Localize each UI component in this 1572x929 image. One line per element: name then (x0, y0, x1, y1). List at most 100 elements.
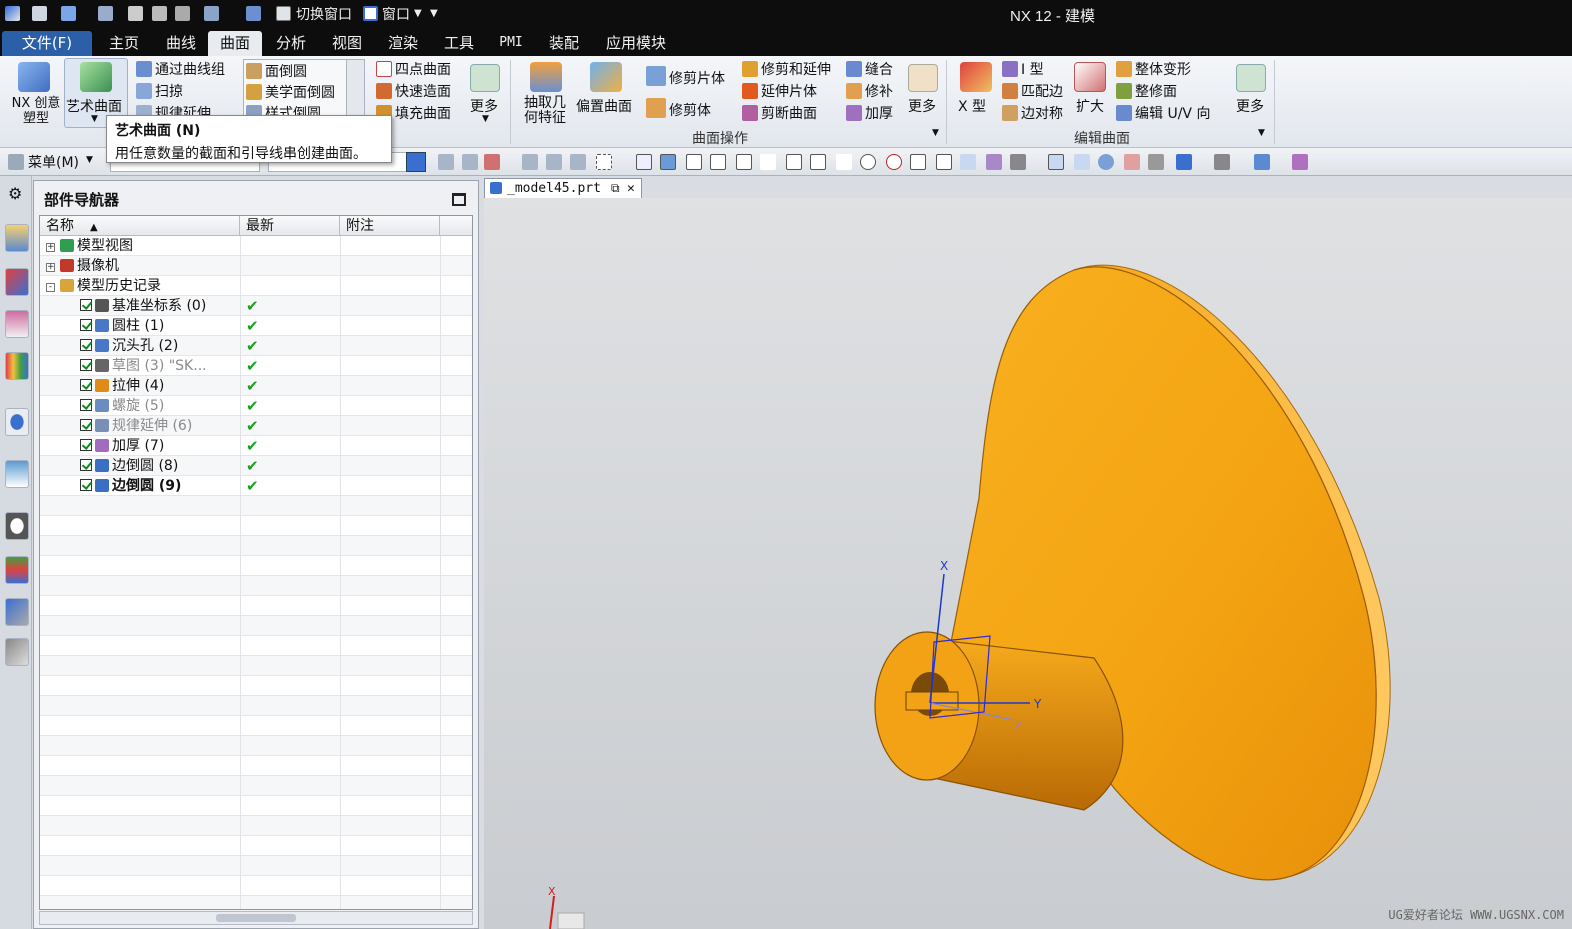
roles-icon[interactable] (5, 598, 29, 626)
window-menu-button[interactable]: 窗口 (382, 4, 410, 24)
scrollbar-thumb[interactable] (216, 914, 296, 922)
visibility-checkbox[interactable] (80, 379, 92, 391)
global-face-button[interactable]: 整修面 (1135, 84, 1177, 100)
tree-row[interactable]: 螺旋 (5) ✔ (40, 396, 472, 416)
visibility-checkbox[interactable] (80, 359, 92, 371)
art-surface-dropdown-icon[interactable]: ▼ (91, 114, 98, 124)
window-icon[interactable] (363, 6, 378, 21)
paste-icon[interactable] (175, 6, 190, 21)
tree-row[interactable]: 规律延伸 (6) ✔ (40, 416, 472, 436)
four-point-surface-button[interactable]: 四点曲面 (395, 62, 451, 78)
visibility-checkbox[interactable] (80, 339, 92, 351)
art-surface-button[interactable]: 艺术曲面 (66, 96, 122, 116)
reuse-library-icon[interactable] (5, 352, 29, 380)
document-tab[interactable]: _model45.prt ⧉ ✕ (484, 178, 642, 198)
menu-button[interactable]: 菜单(M) (28, 152, 79, 172)
part-navigator-icon[interactable] (5, 310, 29, 338)
tree-row[interactable]: 草图 (3) "SK... ✔ (40, 356, 472, 376)
tab-analysis[interactable]: 分析 (266, 31, 316, 56)
snap-curve-icon[interactable] (760, 154, 776, 170)
web-browser-icon[interactable] (5, 460, 29, 488)
match-edge-button[interactable]: 匹配边 (1021, 84, 1063, 100)
rapid-surface-button[interactable]: 快速造面 (395, 84, 451, 100)
group-expand-icon[interactable]: ▼ (932, 128, 939, 138)
snap-icon-2[interactable] (462, 154, 478, 170)
gallery-scrollbar[interactable] (346, 60, 364, 122)
rectangle-select-icon[interactable] (596, 154, 612, 170)
tree-row[interactable]: 边倒圆 (8) ✔ (40, 456, 472, 476)
snap-line-icon-2[interactable] (736, 154, 752, 170)
tab-application[interactable]: 应用模块 (596, 31, 676, 56)
tree-row[interactable]: 基准坐标系 (0) ✔ (40, 296, 472, 316)
snap-line-icon[interactable] (710, 154, 726, 170)
tab-view[interactable]: 视图 (322, 31, 372, 56)
trim-body-button[interactable]: 修剪体 (669, 103, 711, 119)
tab-pmi[interactable]: PMI (488, 31, 534, 56)
tab-tools[interactable]: 工具 (434, 31, 484, 56)
sweep-button[interactable]: 扫掠 (155, 84, 183, 100)
switch-window-button[interactable]: 切换窗口 (296, 4, 352, 24)
history-icon[interactable] (5, 512, 29, 540)
trim-extend-button[interactable]: 修剪和延伸 (761, 62, 831, 78)
snap-center-icon[interactable] (860, 154, 876, 170)
visibility-checkbox[interactable] (80, 459, 92, 471)
select-icon-3[interactable] (570, 154, 586, 170)
visibility-checkbox[interactable] (80, 299, 92, 311)
trim-sheet-button[interactable]: 修剪片体 (669, 71, 725, 87)
edge-symmetric-button[interactable]: 边对称 (1021, 106, 1063, 122)
snap-face-icon[interactable] (960, 154, 976, 170)
close-tab-icon[interactable]: ✕ (627, 179, 635, 198)
snap-control-icon[interactable] (686, 154, 702, 170)
menu-dropdown-icon[interactable]: ▼ (86, 155, 93, 165)
filter-icon[interactable] (484, 154, 500, 170)
tree-row[interactable]: 加厚 (7) ✔ (40, 436, 472, 456)
column-header-latest[interactable]: 最新 (240, 216, 340, 236)
info-icon[interactable] (5, 408, 29, 436)
rotate-icon[interactable] (1098, 154, 1114, 170)
enlarge-button[interactable]: 扩大 (1076, 96, 1104, 116)
extend-sheet-button[interactable]: 延伸片体 (761, 84, 817, 100)
nx-creative-button[interactable]: NX 创意塑型 (8, 96, 64, 126)
scope-dropdown-icon[interactable] (406, 152, 426, 172)
render-style-icon[interactable] (1214, 154, 1230, 170)
tab-file[interactable]: 文件(F) (2, 31, 92, 56)
copy-icon[interactable] (152, 6, 167, 21)
tab-render[interactable]: 渲染 (378, 31, 428, 56)
visibility-checkbox[interactable] (80, 439, 92, 451)
extract-geometry-button[interactable]: 抽取几何特征 (520, 96, 570, 126)
snap-arc-icon[interactable] (786, 154, 802, 170)
undo-icon[interactable] (61, 6, 76, 21)
face-blend-button[interactable]: 面倒圆 (265, 64, 307, 80)
snap-bounded-icon[interactable] (986, 154, 1002, 170)
nx-logo-icon[interactable] (5, 6, 20, 21)
tab-surface[interactable]: 曲面 (208, 31, 262, 56)
patch-button[interactable]: 修补 (865, 84, 893, 100)
tree-row[interactable]: 拉伸 (4) ✔ (40, 376, 472, 396)
snap-midpoint-icon[interactable] (660, 154, 676, 170)
tab-assembly[interactable]: 装配 (538, 31, 590, 56)
column-header-name[interactable]: 名称 ▲ (40, 216, 240, 236)
zoom-icon[interactable] (1074, 154, 1090, 170)
aesthetic-blend-button[interactable]: 美学面倒圆 (265, 85, 335, 101)
system-scene-icon[interactable] (5, 638, 29, 666)
snap-icon[interactable] (438, 154, 454, 170)
global-shaping-button[interactable]: 整体变形 (1135, 62, 1191, 78)
visibility-checkbox[interactable] (80, 479, 92, 491)
sew-button[interactable]: 缝合 (865, 62, 893, 78)
tree-row[interactable]: 边倒圆 (9) ✔ (40, 476, 472, 496)
snap-tangent-icon[interactable] (836, 154, 852, 170)
select-icon[interactable] (522, 154, 538, 170)
work-layer-icon[interactable] (1292, 154, 1308, 170)
expand-icon[interactable]: + (46, 263, 55, 272)
assembly-navigator-icon[interactable] (5, 224, 29, 252)
pan-icon[interactable] (1124, 154, 1140, 170)
more-dropdown-icon[interactable]: ▼ (482, 114, 489, 124)
group-expand-icon-2[interactable]: ▼ (1258, 128, 1265, 138)
column-header-notes[interactable]: 附注 (340, 216, 440, 236)
i-form-button[interactable]: I 型 (1021, 62, 1044, 78)
more-button-2[interactable]: 更多 (908, 96, 936, 116)
process-studio-icon[interactable] (5, 556, 29, 584)
visibility-checkbox[interactable] (80, 419, 92, 431)
repeat-command-icon[interactable] (204, 6, 219, 21)
tree-row[interactable]: + 模型视图 (40, 236, 472, 256)
